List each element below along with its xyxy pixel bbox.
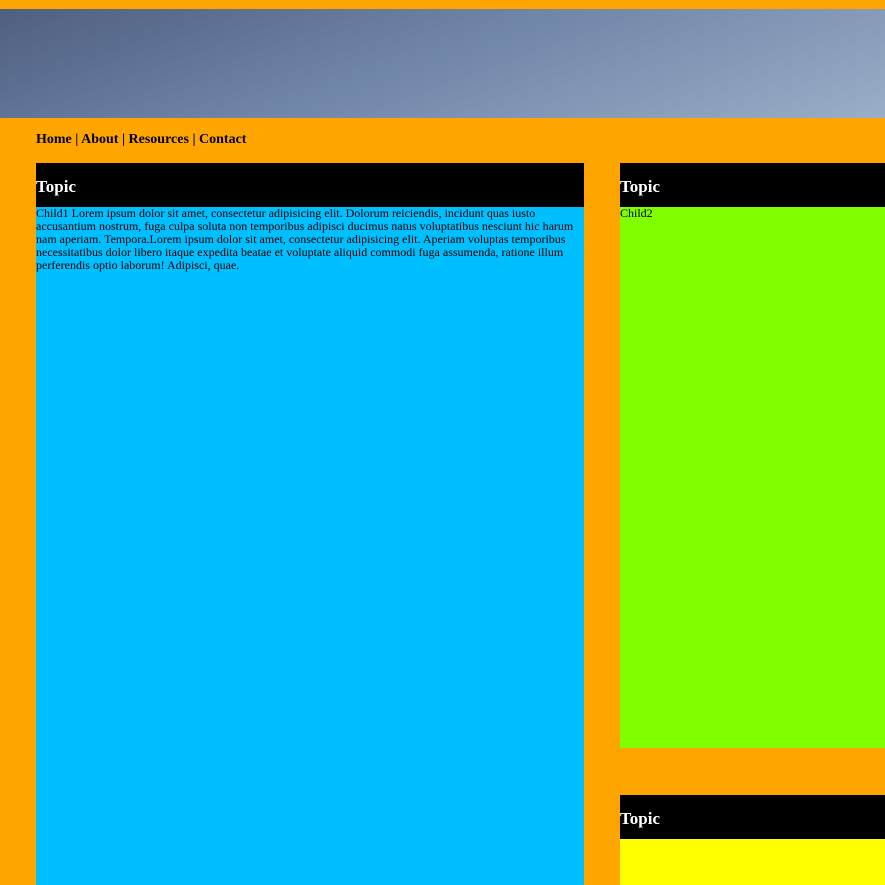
sidebar-primary-body: Child2 xyxy=(620,207,885,748)
nav-link-contact[interactable]: Contact xyxy=(199,132,246,147)
header-banner xyxy=(0,9,885,118)
sidebar-secondary-body xyxy=(620,839,885,885)
nav-link-home[interactable]: Home xyxy=(36,132,72,147)
nav-link-about[interactable]: About xyxy=(81,132,118,147)
sidebar-secondary-title: Topic xyxy=(620,795,885,839)
nav-link-resources[interactable]: Resources xyxy=(129,132,189,147)
nav-separator: | xyxy=(188,132,200,147)
sidebar-primary-title: Topic xyxy=(620,163,885,207)
main-nav: Home | About | Resources | Contact xyxy=(36,132,246,148)
sidebar-panel-secondary: Topic xyxy=(620,795,885,885)
page: Home | About | Resources | Contact Topic… xyxy=(0,0,885,885)
nav-separator: | xyxy=(118,132,129,147)
main-panel-title: Topic xyxy=(36,163,584,207)
main-panel-body: Child1 Lorem ipsum dolor sit amet, conse… xyxy=(36,207,584,885)
nav-separator: | xyxy=(71,132,82,147)
main-content-panel: Topic Child1 Lorem ipsum dolor sit amet,… xyxy=(36,163,584,885)
sidebar-panel-primary: Topic Child2 xyxy=(620,163,885,748)
